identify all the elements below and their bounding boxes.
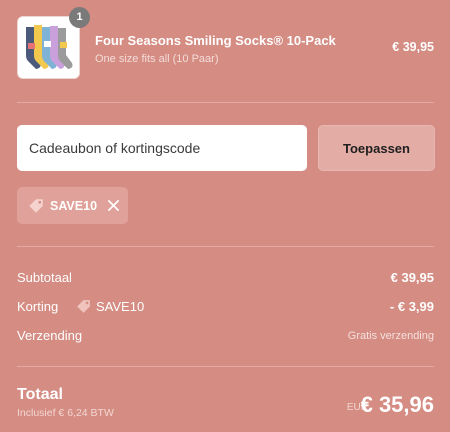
close-icon[interactable]: [107, 199, 120, 212]
discount-code-input[interactable]: [17, 125, 307, 171]
applied-code-label: SAVE10: [50, 198, 98, 213]
subtotal-label: Subtotaal: [17, 270, 72, 285]
apply-discount-button[interactable]: Toepassen: [318, 125, 435, 171]
checkout-order-summary: 1 Four Seasons Smiling Socks® 10-Pack On…: [0, 0, 450, 432]
socks-image-icon: [18, 17, 79, 78]
product-variant: One size fits all (10 Paar): [95, 53, 219, 65]
divider: [17, 102, 434, 103]
divider: [17, 246, 434, 247]
product-price: € 39,95: [392, 40, 434, 54]
product-title: Four Seasons Smiling Socks® 10-Pack: [95, 33, 336, 48]
quantity-badge: 1: [69, 7, 90, 28]
tax-note: Inclusief € 6,24 BTW: [17, 407, 114, 419]
subtotal-value: € 39,95: [390, 270, 434, 285]
discount-code-tag: SAVE10: [75, 298, 144, 315]
shipping-row: Verzending Gratis verzending: [17, 328, 434, 346]
subtotal-row: Subtotaal € 39,95: [17, 270, 434, 288]
tag-icon: [77, 300, 90, 313]
shipping-value: Gratis verzending: [347, 330, 434, 342]
shipping-label: Verzending: [17, 328, 83, 343]
cart-item: 1 Four Seasons Smiling Socks® 10-Pack On…: [17, 7, 434, 80]
total-amount: € 35,96: [360, 392, 434, 417]
discount-code-label: SAVE10: [96, 299, 145, 314]
applied-discount-chip: SAVE10: [17, 187, 128, 224]
discount-row: Korting SAVE10 - € 3,99: [17, 299, 434, 317]
tag-icon: [29, 198, 43, 213]
product-image: [17, 16, 80, 79]
total-label: Totaal: [17, 386, 63, 403]
divider: [17, 366, 434, 367]
discount-label: Korting: [17, 299, 59, 314]
discount-value: - € 3,99: [389, 299, 434, 314]
